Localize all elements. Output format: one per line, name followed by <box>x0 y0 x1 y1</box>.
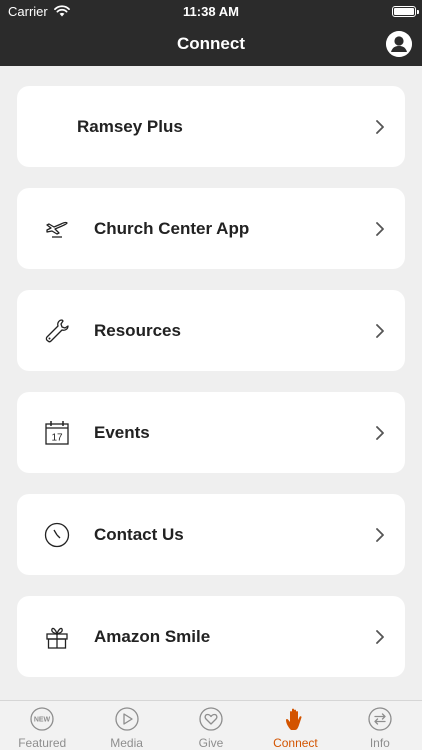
card-label: Resources <box>94 320 181 340</box>
nav-bar: Connect <box>0 22 422 66</box>
card-label: Contact Us <box>94 524 184 544</box>
card-church-center-app[interactable]: Church Center App <box>17 188 405 269</box>
card-label: Amazon Smile <box>94 626 211 646</box>
card-label: Church Center App <box>94 218 250 238</box>
page-title: Connect <box>177 34 245 53</box>
card-amazon-smile[interactable]: Amazon Smile <box>17 596 405 677</box>
tab-label: Featured <box>18 736 67 750</box>
tab-label: Connect <box>273 736 318 750</box>
card-label: Ramsey Plus <box>77 116 183 136</box>
tab-connect[interactable]: Connect <box>253 701 337 750</box>
hand-icon <box>282 706 308 732</box>
tab-bar: NEW Featured Media Give Connect Info <box>0 700 422 750</box>
card-events[interactable]: 17 Events <box>17 392 405 473</box>
card-resources[interactable]: Resources <box>17 290 405 371</box>
tab-media[interactable]: Media <box>84 701 168 750</box>
chevron-right-icon <box>376 425 384 440</box>
tab-info[interactable]: Info <box>338 701 422 750</box>
status-left: Carrier <box>8 4 70 19</box>
status-bar: Carrier 11:38 AM <box>0 0 422 22</box>
tab-featured[interactable]: NEW Featured <box>0 701 84 750</box>
chevron-right-icon <box>376 119 384 134</box>
battery-fill <box>394 7 414 15</box>
calendar-icon: 17 <box>43 419 71 447</box>
chevron-right-icon <box>376 629 384 644</box>
profile-button[interactable] <box>386 31 412 57</box>
tab-label: Info <box>369 736 390 750</box>
airplane-icon <box>43 215 71 243</box>
exchange-icon <box>367 706 393 732</box>
new-badge-icon: NEW <box>29 706 55 732</box>
card-label: Events <box>94 422 150 442</box>
user-icon <box>386 31 412 57</box>
new-badge-text: NEW <box>34 717 51 724</box>
connect-list: Ramsey Plus Church Center App Resources <box>0 66 422 700</box>
chevron-right-icon <box>376 323 384 338</box>
carrier-label: Carrier <box>8 3 48 19</box>
wrench-icon <box>43 317 71 345</box>
battery-icon <box>392 5 419 17</box>
wifi-icon <box>53 5 70 17</box>
chevron-right-icon <box>376 527 384 542</box>
chevron-right-icon <box>376 221 384 236</box>
play-icon <box>114 706 140 732</box>
clock-icon <box>43 521 71 549</box>
gift-icon <box>43 623 71 651</box>
heart-icon <box>198 706 224 732</box>
tab-label: Give <box>198 736 224 750</box>
tab-label: Media <box>110 736 143 750</box>
card-ramsey-plus[interactable]: Ramsey Plus <box>17 86 405 167</box>
calendar-day: 17 <box>51 432 63 443</box>
tab-give[interactable]: Give <box>169 701 253 750</box>
card-contact-us[interactable]: Contact Us <box>17 494 405 575</box>
